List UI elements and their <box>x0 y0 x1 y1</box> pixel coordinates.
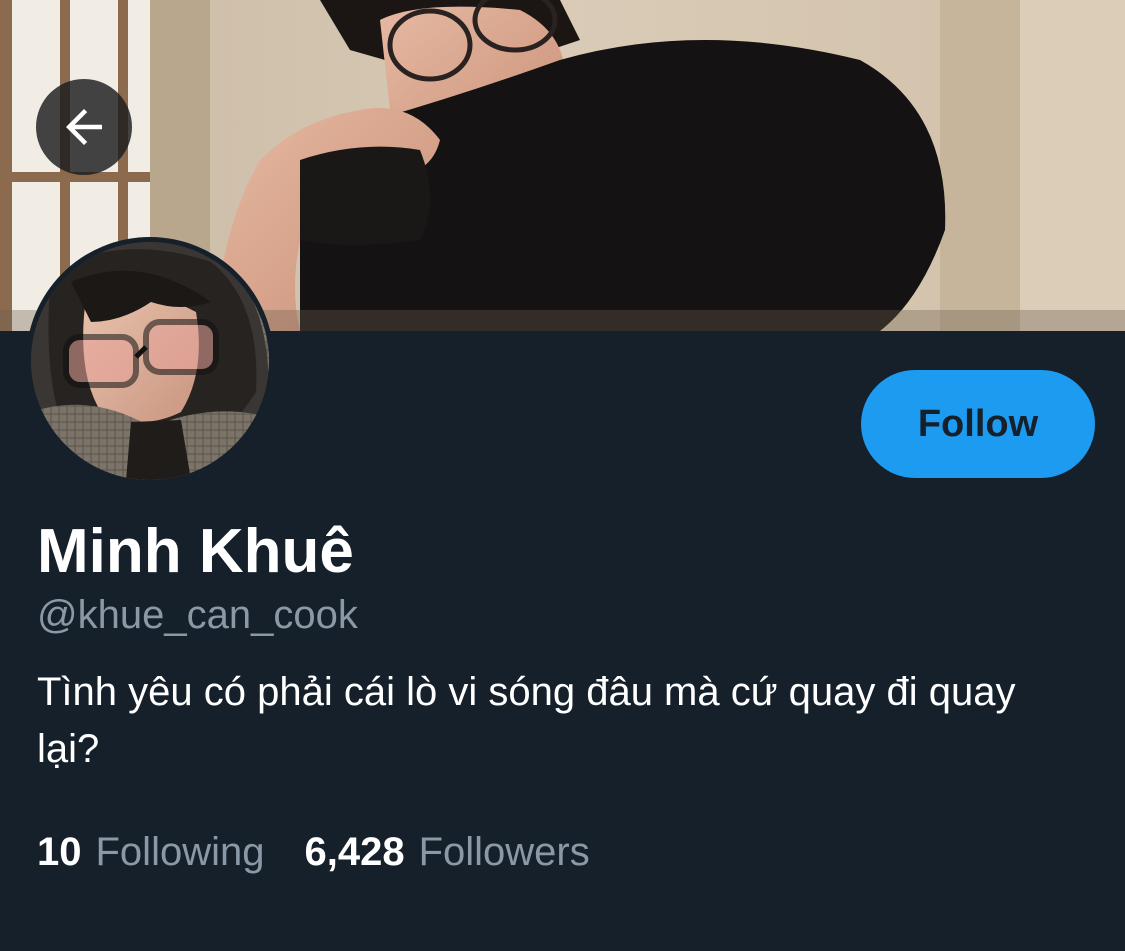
avatar-photo <box>31 242 269 480</box>
back-button[interactable] <box>36 79 132 175</box>
profile-bio: Tình yêu có phải cái lò vi sóng đâu mà c… <box>37 670 1016 771</box>
following-count: 10 <box>37 830 82 874</box>
followers-count: 6,428 <box>304 830 405 874</box>
following-link[interactable]: 10 Following <box>37 826 264 878</box>
following-label: Following <box>95 830 265 874</box>
profile-page: Follow Minh Khuê @khue_can_cook Tình yêu… <box>0 0 1125 951</box>
user-handle: @khue_can_cook <box>37 593 358 637</box>
followers-label: Followers <box>418 830 590 874</box>
display-name: Minh Khuê <box>37 517 354 586</box>
profile-avatar[interactable] <box>26 237 274 485</box>
follow-button[interactable]: Follow <box>861 370 1095 478</box>
arrow-left-icon <box>66 109 102 145</box>
followers-link[interactable]: 6,428 Followers <box>304 826 589 878</box>
profile-stats: 10 Following 6,428 Followers <box>37 826 630 878</box>
